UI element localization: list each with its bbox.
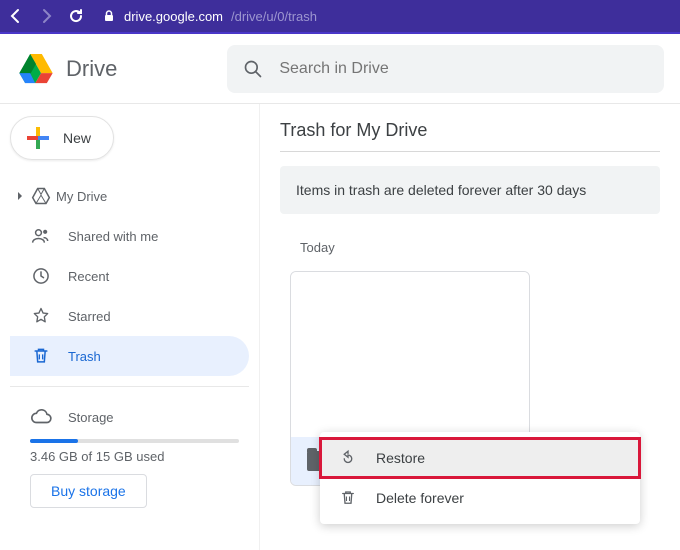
sidebar: New My Drive Shared with me Recent xyxy=(0,104,260,550)
restore-icon xyxy=(338,448,358,468)
main-content: Trash for My Drive Items in trash are de… xyxy=(260,104,680,550)
page-title: Trash for My Drive xyxy=(280,120,660,141)
context-item-restore[interactable]: Restore xyxy=(320,438,640,478)
context-item-label: Restore xyxy=(376,450,425,466)
new-button[interactable]: New xyxy=(10,116,114,160)
storage-label: Storage xyxy=(68,410,114,425)
url-domain: drive.google.com xyxy=(124,9,223,24)
brand-name: Drive xyxy=(66,56,117,82)
new-button-label: New xyxy=(63,130,91,146)
clock-icon xyxy=(30,265,52,287)
cloud-icon xyxy=(30,406,52,428)
storage-progress xyxy=(30,439,239,443)
plus-icon xyxy=(25,125,51,151)
trash-icon xyxy=(30,345,52,367)
app-header: Drive xyxy=(0,34,680,104)
url-path: /drive/u/0/trash xyxy=(231,9,317,24)
sidebar-item-label: Trash xyxy=(68,349,101,364)
forward-button[interactable] xyxy=(38,8,54,24)
star-icon xyxy=(30,305,52,327)
title-rule xyxy=(280,151,660,152)
sidebar-item-recent[interactable]: Recent xyxy=(10,256,249,296)
my-drive-icon xyxy=(30,185,52,207)
trash-icon xyxy=(338,488,358,508)
lock-icon xyxy=(102,9,116,23)
sidebar-item-label: Recent xyxy=(68,269,109,284)
caret-right-icon xyxy=(14,192,26,200)
context-item-delete-forever[interactable]: Delete forever xyxy=(320,478,640,518)
divider xyxy=(10,386,249,387)
address-field[interactable]: drive.google.com/drive/u/0/trash xyxy=(102,9,317,24)
reload-button[interactable] xyxy=(68,8,84,24)
browser-address-bar: drive.google.com/drive/u/0/trash xyxy=(0,0,680,34)
search-box[interactable] xyxy=(227,45,664,93)
sidebar-item-starred[interactable]: Starred xyxy=(10,296,249,336)
storage-section: Storage 3.46 GB of 15 GB used Buy storag… xyxy=(10,397,249,508)
sidebar-item-my-drive[interactable]: My Drive xyxy=(10,176,249,216)
search-icon xyxy=(243,59,263,79)
storage-used-text: 3.46 GB of 15 GB used xyxy=(30,449,249,464)
sidebar-item-storage[interactable]: Storage xyxy=(30,397,249,437)
trash-notice: Items in trash are deleted forever after… xyxy=(280,166,660,214)
sidebar-item-shared[interactable]: Shared with me xyxy=(10,216,249,256)
sidebar-item-label: My Drive xyxy=(56,189,107,204)
search-input[interactable] xyxy=(279,60,648,78)
back-button[interactable] xyxy=(8,8,24,24)
sidebar-item-trash[interactable]: Trash xyxy=(10,336,249,376)
section-label: Today xyxy=(300,240,660,255)
sidebar-item-label: Shared with me xyxy=(68,229,158,244)
drive-logo-icon xyxy=(16,49,56,89)
sidebar-item-label: Starred xyxy=(68,309,111,324)
buy-storage-button[interactable]: Buy storage xyxy=(30,474,147,508)
shared-icon xyxy=(30,225,52,247)
file-preview xyxy=(291,272,529,437)
context-menu: Restore Delete forever xyxy=(320,432,640,524)
context-item-label: Delete forever xyxy=(376,490,464,506)
